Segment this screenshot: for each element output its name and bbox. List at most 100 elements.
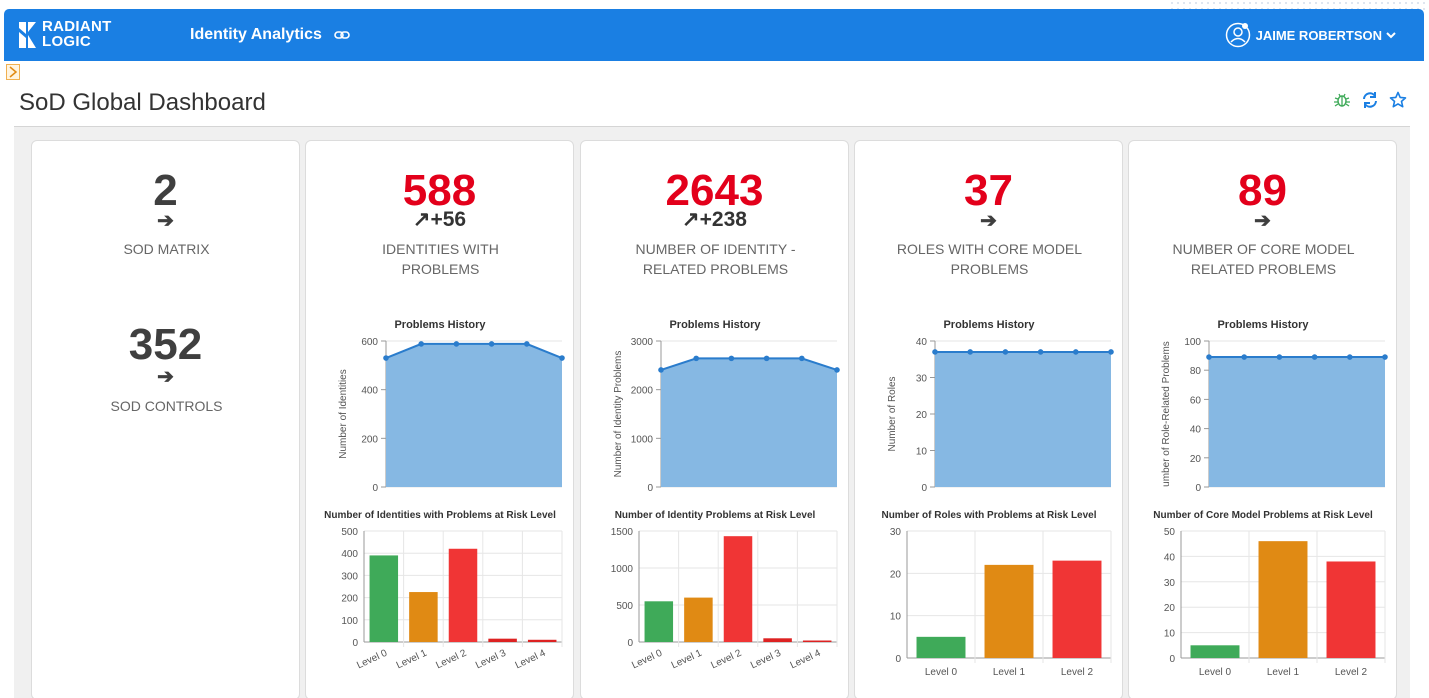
bar-y-tick-label: 1500 (611, 527, 634, 538)
kpi-value[interactable]: 37 (855, 169, 1122, 213)
risk-bar-level-1[interactable] (984, 564, 1034, 658)
logo-line-2: LOGIC (42, 33, 91, 50)
history-y-tick-label: 40 (1190, 425, 1202, 436)
history-point[interactable] (1108, 349, 1114, 355)
risk-bar-level-1[interactable] (1258, 541, 1308, 658)
history-point[interactable] (834, 367, 840, 373)
history-point[interactable] (524, 341, 530, 347)
history-y-axis-label: Number of Identity Problems (613, 351, 624, 478)
bar-x-tick-label: Level 3 (474, 648, 508, 672)
history-point[interactable] (932, 349, 938, 355)
kpi-value[interactable]: 89 (1129, 169, 1396, 213)
history-y-tick-label: 0 (921, 483, 927, 494)
bar-y-tick-label: 200 (341, 594, 358, 605)
kpi-card-identities: 588 ↗+56 IDENTITIES WITH PROBLEMS Problems H… (305, 140, 574, 698)
bar-chart-title: Number of Identity Problems at Risk Leve… (615, 510, 816, 521)
history-point[interactable] (453, 341, 460, 347)
history-point[interactable] (1311, 354, 1318, 360)
kpi-value[interactable]: 588 (306, 169, 573, 213)
history-point[interactable] (1073, 349, 1079, 355)
sod-summary-card: 2 ➔ SOD MATRIX 352 ➔ SOD CONTROLS (31, 140, 300, 698)
logo-line-1: RADIANT (42, 18, 112, 35)
history-point[interactable] (1382, 354, 1388, 360)
dashboard-content: 2 ➔ SOD MATRIX 352 ➔ SOD CONTROLS 588 ↗+5… (14, 127, 1410, 698)
history-point[interactable] (1276, 354, 1283, 360)
history-point[interactable] (693, 355, 699, 362)
app-name[interactable]: Identity Analytics (190, 26, 322, 44)
risk-bar-level-0[interactable] (644, 601, 674, 642)
risk-bar-level-4[interactable] (527, 639, 557, 642)
bar-chart-title: Number of Identities with Problems at Ri… (324, 510, 556, 521)
problems-history-chart: Problems History 0 1000 2000 3000 Number of I… (613, 319, 840, 494)
bar-y-tick-label: 30 (1164, 578, 1176, 589)
history-point[interactable] (1037, 349, 1044, 355)
history-point[interactable] (799, 355, 805, 362)
logo-mark-icon (19, 22, 36, 48)
history-y-axis-label: umber of Role-Related Problems (1161, 341, 1172, 487)
history-y-tick-label: 2000 (631, 386, 654, 397)
risk-bar-level-1[interactable] (409, 592, 438, 642)
history-point[interactable] (728, 355, 735, 362)
risk-bar-level-0[interactable] (916, 636, 966, 658)
risk-bar-level-4[interactable] (802, 640, 832, 642)
history-point[interactable] (1206, 354, 1212, 360)
bar-y-tick-label: 20 (890, 569, 902, 580)
problems-history-chart: Problems History 0 10 20 30 40 Number of Roles (887, 319, 1114, 494)
kpi-label: ROLES WITH CORE MODEL PROBLEMS (865, 239, 1114, 279)
history-point[interactable] (1002, 349, 1009, 355)
sidebar-toggle-icon[interactable] (6, 64, 20, 80)
bar-y-tick-label: 20 (1164, 603, 1176, 614)
history-y-tick-label: 20 (1190, 454, 1202, 465)
star-icon[interactable] (1389, 91, 1407, 109)
history-point[interactable] (418, 341, 424, 347)
history-chart-title: Problems History (1217, 319, 1309, 331)
risk-bar-level-2[interactable] (448, 548, 478, 642)
kpi-value[interactable]: 2643 (581, 169, 848, 213)
history-point[interactable] (967, 349, 973, 355)
history-y-tick-label: 0 (372, 483, 378, 494)
kpi-card-roles: 37 ➔ ROLES WITH CORE MODEL PROBLEMS Problems… (854, 140, 1123, 698)
history-point[interactable] (383, 355, 389, 361)
kpi-label-line-1: IDENTITIES WITH (382, 241, 499, 257)
bar-x-tick-label: Level 2 (709, 648, 743, 672)
arrow-right-icon: ➔ (157, 210, 174, 232)
risk-bar-level-2[interactable] (723, 536, 753, 642)
history-point[interactable] (1347, 354, 1353, 360)
refresh-icon[interactable] (1361, 91, 1379, 109)
sod-controls-count[interactable]: 352 (32, 323, 299, 367)
radiant-logic-logo[interactable]: RADIANT LOGIC (17, 19, 137, 53)
sod-matrix-count[interactable]: 2 (32, 169, 299, 213)
history-y-tick-label: 400 (361, 386, 378, 397)
bar-y-tick-label: 30 (890, 527, 902, 538)
risk-level-bar-chart: Number of Core Model Problems at Risk Le… (1153, 510, 1386, 678)
kpi-label-line-1: NUMBER OF IDENTITY - (635, 241, 796, 257)
problems-history-chart: Problems History 0 200 400 600 Number of Iden… (338, 319, 565, 494)
bar-x-tick-label: Level 2 (1335, 667, 1368, 678)
user-menu[interactable]: JAIME ROBERTSON (1225, 22, 1396, 48)
risk-bar-level-0[interactable] (1190, 645, 1240, 658)
bar-chart-title: Number of Roles with Problems at Risk Le… (881, 510, 1096, 521)
risk-level-bar-chart: Number of Identities with Problems at Ri… (324, 510, 563, 672)
kpi-label-line-2: RELATED PROBLEMS (1190, 261, 1337, 277)
history-point[interactable] (658, 367, 664, 373)
risk-bar-level-3[interactable] (488, 638, 517, 642)
risk-bar-level-1[interactable] (684, 597, 713, 642)
history-point[interactable] (1241, 354, 1247, 360)
risk-bar-level-2[interactable] (1052, 560, 1102, 658)
history-point[interactable] (559, 355, 565, 361)
risk-bar-level-2[interactable] (1326, 561, 1376, 658)
bar-x-tick-label: Level 0 (1199, 667, 1232, 678)
history-y-tick-label: 40 (916, 337, 928, 348)
history-point[interactable] (488, 341, 495, 347)
page-toolbar (1333, 91, 1407, 109)
bar-y-tick-label: 1000 (611, 564, 634, 575)
bug-icon[interactable] (1333, 91, 1351, 109)
risk-bar-level-3[interactable] (763, 638, 792, 642)
bar-x-tick-label: Level 0 (925, 667, 958, 678)
risk-level-bar-chart: Number of Roles with Problems at Risk Le… (881, 510, 1112, 678)
chevron-down-icon (1386, 32, 1396, 39)
history-point[interactable] (763, 355, 770, 362)
bar-y-tick-label: 500 (616, 601, 633, 612)
link-icon[interactable] (334, 28, 350, 42)
risk-bar-level-0[interactable] (369, 555, 399, 642)
